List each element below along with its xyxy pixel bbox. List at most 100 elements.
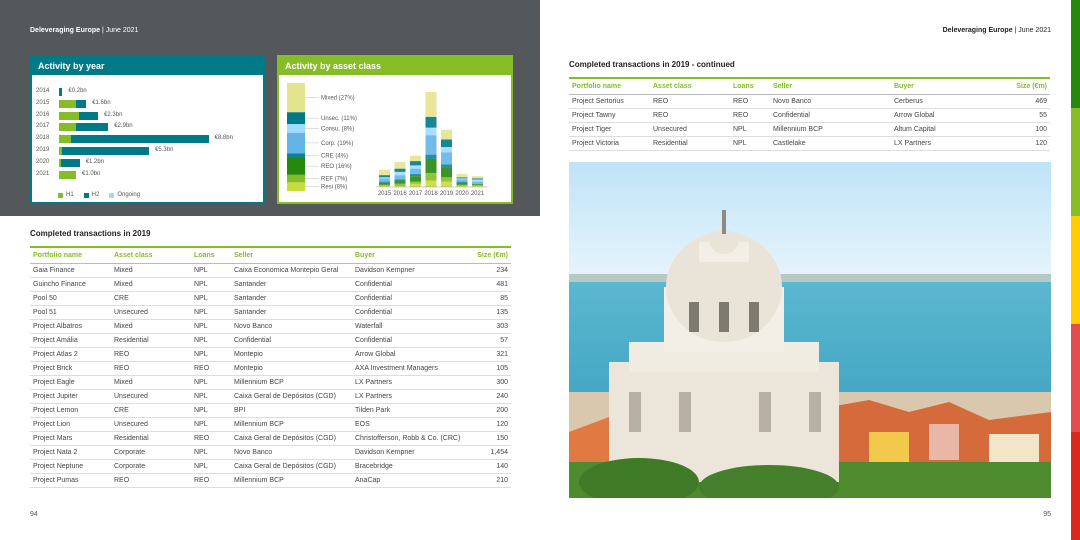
table-cell: 200: [472, 403, 511, 418]
table-cell: 85: [472, 291, 511, 306]
table-cell: REO: [650, 108, 730, 123]
column-header: Size (€m): [472, 246, 511, 264]
table-cell: Arrow Global: [891, 108, 1011, 123]
table-cell: Confidential: [770, 108, 891, 123]
table-cell: 300: [472, 375, 511, 390]
asset-bar-segment: [410, 155, 421, 162]
year-bar-h2: [59, 88, 63, 96]
year-value-label: €2.3bn: [104, 111, 123, 118]
table-row: Pool 50 CRE NPL Santander Confidential 85: [30, 291, 511, 306]
legend-swatch: [58, 192, 63, 198]
asset-bar-segment: [425, 172, 437, 181]
asset-year-tick: 2017: [409, 191, 423, 197]
asset-bar-segment: [394, 168, 406, 172]
column-header: Seller: [770, 77, 891, 95]
legend-item: H2: [83, 192, 99, 198]
asset-bar-segment: [394, 171, 406, 176]
strip-segment: [1071, 324, 1080, 432]
asset-year-tick: 2020: [455, 191, 469, 197]
year-bar-h1: [59, 135, 71, 144]
year-bar-h2: [70, 135, 209, 144]
asset-bar-segment: [379, 182, 390, 185]
asset-year-tick: 2016: [393, 191, 407, 197]
year-bar-row: 2016 €2.3bn: [32, 110, 263, 121]
year-label: 2014: [36, 88, 50, 94]
table-cell: 150: [472, 431, 511, 446]
table-cell: BPI: [231, 403, 352, 418]
asset-bar-segment: [394, 183, 406, 186]
asset-series-label: CRE (4%): [321, 153, 348, 159]
table-cell: CRE: [111, 403, 191, 418]
table-cell: 321: [472, 347, 511, 362]
asset-bar-segment: [441, 167, 452, 178]
table-cell: NPL: [191, 459, 231, 474]
asset-share-segment: [287, 182, 305, 191]
asset-bar-segment: [410, 176, 421, 182]
left-running-header: Deleveraging Europe | June 2021: [30, 27, 139, 34]
table-cell: Residential: [111, 333, 191, 348]
transactions-2019-table: Portfolio name Asset class Loans Seller Buye…: [30, 246, 511, 488]
table-cell: Novo Banco: [231, 319, 352, 334]
table-cell: Project Atlas 2: [30, 347, 111, 362]
table-cell: Project Tawny: [569, 108, 650, 123]
table-cell: NPL: [191, 291, 231, 306]
asset-bar-segment: [472, 176, 483, 179]
table-cell: 240: [472, 389, 511, 404]
table-row: Project Tiger Unsecured NPL Millennium BCP A…: [569, 122, 1050, 137]
table-row: Project Nata 2 Corporate NPL Novo Banco Davi…: [30, 445, 511, 460]
table-cell: 1,454: [472, 445, 511, 460]
asset-year-tick: 2018: [424, 191, 438, 197]
year-bar-h1: [59, 123, 76, 132]
table-cell: Project Lemon: [30, 403, 111, 418]
asset-bar-segment: [379, 184, 390, 186]
table-cell: NPL: [191, 263, 231, 278]
table-cell: Tilden Park: [352, 403, 472, 418]
table-cell: Mixed: [111, 319, 191, 334]
table-cell: Pool 51: [30, 305, 111, 320]
asset-bar-segment: [472, 183, 483, 185]
asset-bar-segment: [441, 164, 452, 168]
table-cell: 135: [472, 305, 511, 320]
table-cell: AXA Investment Managers: [352, 361, 472, 376]
asset-series-label: Mixed (27%): [321, 96, 355, 102]
column-header: Asset class: [111, 246, 191, 264]
asset-year-tick: 2015: [378, 191, 392, 197]
table-cell: REO: [191, 473, 231, 488]
right-running-header: Deleveraging Europe | June 2021: [942, 27, 1051, 34]
asset-bar-segment: [441, 139, 452, 148]
asset-bar-segment: [379, 169, 390, 176]
table-cell: Project Eagle: [30, 375, 111, 390]
table-cell: Pool 50: [30, 291, 111, 306]
year-bar-h1: [59, 170, 76, 179]
right-page: Deleveraging Europe | June 2021 Complete…: [540, 0, 1080, 540]
page-number-left: 94: [30, 511, 38, 518]
table-cell: Novo Banco: [231, 445, 352, 460]
table-cell: Project Amália: [30, 333, 111, 348]
asset-bar-segment: [394, 179, 406, 181]
year-bar-h2: [62, 147, 150, 155]
page-number-right: 95: [1043, 511, 1051, 518]
asset-bar-segment: [425, 180, 437, 187]
table-cell: Project Nata 2: [30, 445, 111, 460]
table-cell: Unsecured: [111, 417, 191, 432]
table-cell: NPL: [191, 319, 231, 334]
table-row: Pool 51 Unsecured NPL Santander Confidential…: [30, 305, 511, 320]
asset-bar-segment: [425, 92, 437, 117]
column-header: Portfolio name: [30, 246, 111, 264]
year-value-label: €2.9bn: [114, 123, 133, 130]
legend-label: H1: [66, 192, 74, 198]
table-cell: 210: [472, 473, 511, 488]
strip-segment: [1071, 108, 1080, 216]
table-cell: 100: [1011, 122, 1050, 137]
left-page: Deleveraging Europe | June 2021 Activity…: [0, 0, 540, 540]
table-cell: Altum Capital: [891, 122, 1011, 137]
table-cell: Confidential: [352, 291, 472, 306]
table-row: Project Albatros Mixed NPL Novo Banco Waterf…: [30, 319, 511, 334]
table-cell: Guincho Finance: [30, 277, 111, 292]
asset-bar-segment: [456, 182, 468, 185]
asset-bar-segment: [472, 178, 483, 180]
asset-bar-segment: [456, 179, 468, 182]
table-cell: REO: [730, 94, 770, 109]
table-cell: NPL: [191, 403, 231, 418]
table-cell: Bracebridge: [352, 459, 472, 474]
